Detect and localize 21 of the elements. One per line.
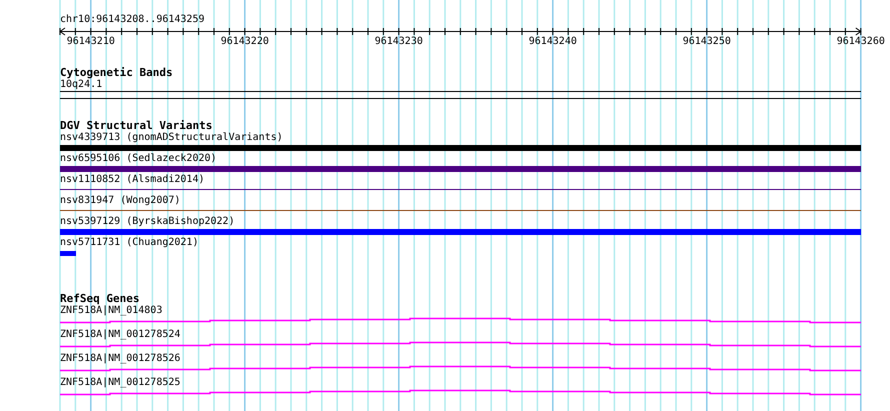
tick-label: 96143220 (220, 36, 269, 47)
location-label: chr10:96143208..96143259 (60, 14, 204, 26)
track-title: DGV Structural Variants (60, 120, 212, 132)
feature-label: nsv5397129 (ByrskaBishop2022) (60, 216, 235, 228)
feature-label: 10q24.1 (60, 79, 102, 91)
feature-label: ZNF518A|NM_001278524 (60, 329, 180, 341)
tick-label: 96143260 (836, 36, 885, 47)
tick-label: 96143250 (682, 36, 731, 47)
feature-label: nsv1110852 (Alsmadi2014) (60, 174, 204, 186)
feature-label: nsv5711731 (Chuang2021) (60, 237, 198, 249)
feature-label: nsv831947 (Wong2007) (60, 195, 180, 207)
feature-label: nsv4339713 (gnomADStructuralVariants) (60, 132, 283, 144)
tick-label: 96143210 (66, 36, 115, 47)
feature-label: ZNF518A|NM_001278526 (60, 353, 180, 365)
feature-label: ZNF518A|NM_014803 (60, 305, 162, 317)
tick-label: 96143240 (528, 36, 577, 47)
track-title: RefSeq Genes (60, 293, 140, 305)
track-title: Cytogenetic Bands (60, 67, 173, 79)
feature-label: nsv6595106 (Sedlazeck2020) (60, 153, 217, 165)
feature-label: ZNF518A|NM_001278525 (60, 377, 180, 389)
tick-label: 96143230 (374, 36, 423, 47)
